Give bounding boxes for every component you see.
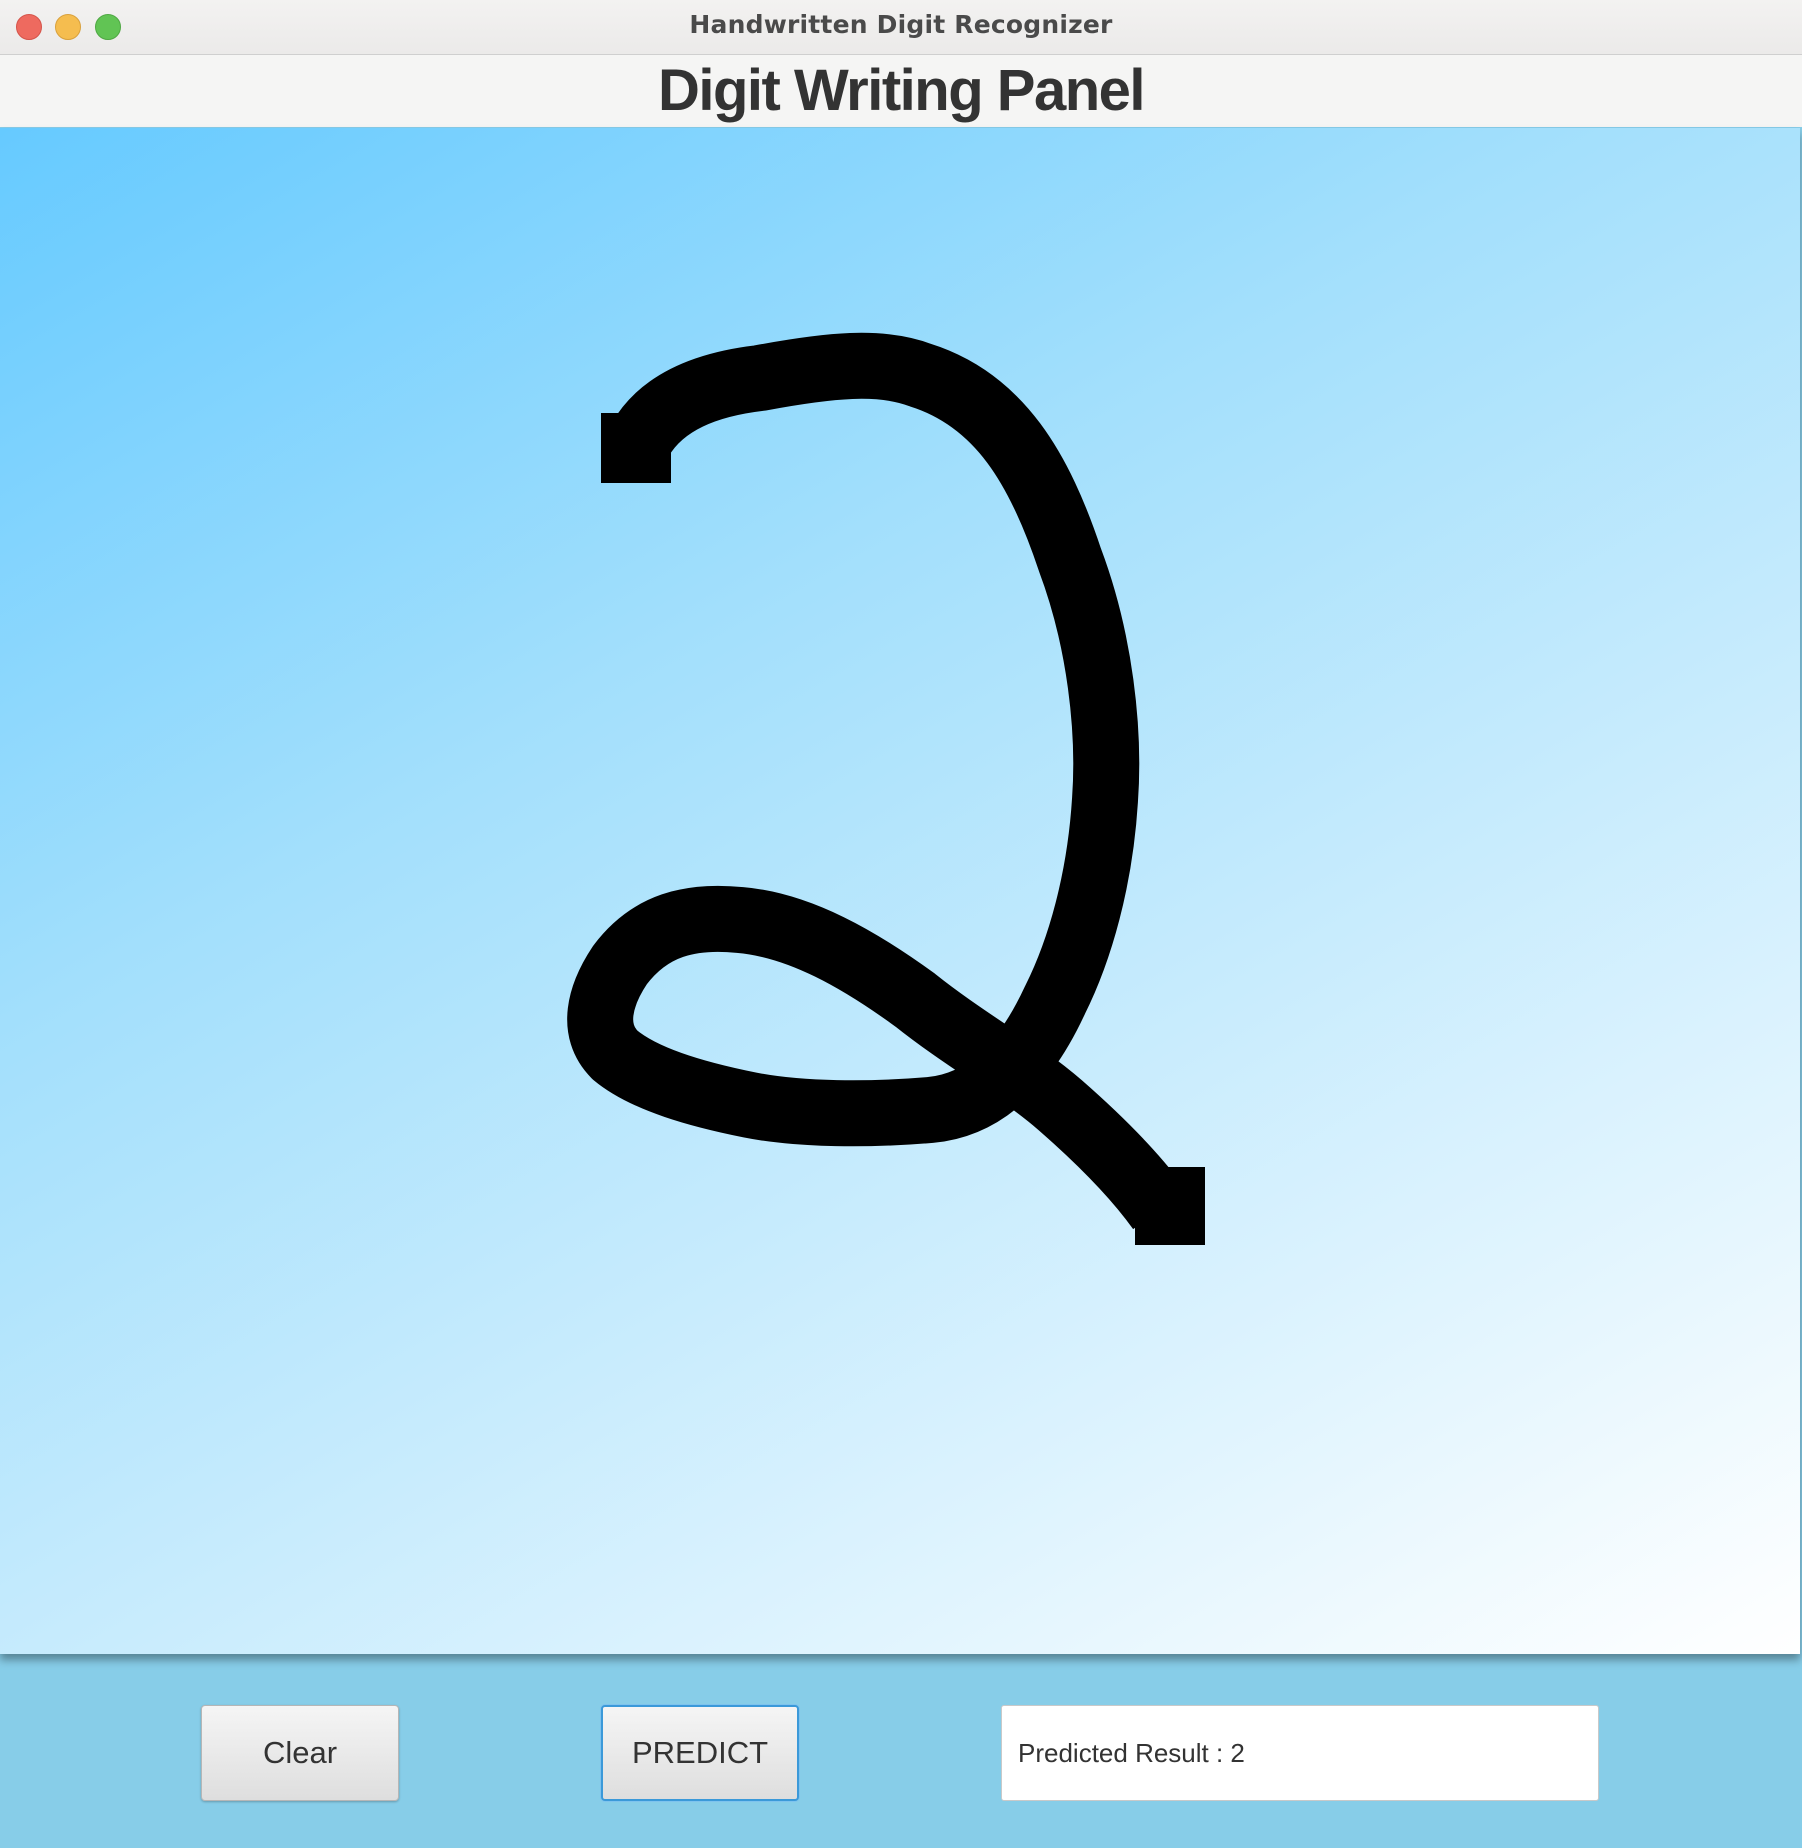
drawing-canvas[interactable] [0, 128, 1800, 1654]
handwritten-digit-stroke [567, 332, 1187, 1230]
window-title: Handwritten Digit Recognizer [689, 10, 1113, 39]
panel-header: Digit Writing Panel [0, 55, 1802, 127]
app-window: Handwritten Digit Recognizer Digit Writi… [0, 0, 1802, 1848]
handwritten-stroke-layer [567, 332, 1205, 1245]
predicted-result-field[interactable]: Predicted Result : 2 [1001, 1705, 1599, 1801]
clear-button[interactable]: Clear [201, 1705, 399, 1801]
stroke-end-block [1135, 1167, 1205, 1245]
predict-button[interactable]: PREDICT [601, 1705, 799, 1801]
stroke-start-block [601, 413, 671, 483]
title-bar[interactable]: Handwritten Digit Recognizer [0, 0, 1802, 55]
panel-title: Digit Writing Panel [658, 58, 1146, 123]
